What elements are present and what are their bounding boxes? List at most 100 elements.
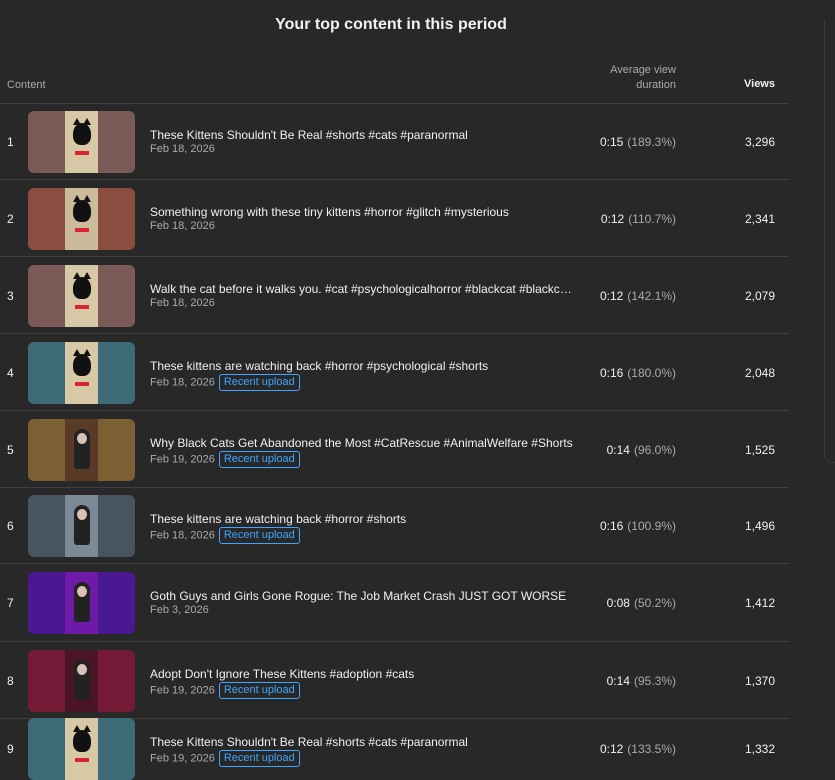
sticker-icon bbox=[75, 758, 89, 762]
column-header-content: Content bbox=[7, 79, 46, 91]
video-meta: Feb 3, 2026 bbox=[150, 604, 209, 616]
thumbnail-image bbox=[65, 572, 98, 634]
video-thumbnail[interactable] bbox=[28, 495, 135, 557]
avg-duration-percent: (96.0%) bbox=[633, 442, 676, 457]
side-panel-edge bbox=[824, 20, 835, 463]
views-count: 1,332 bbox=[744, 742, 775, 756]
cat-icon bbox=[73, 118, 91, 145]
average-view-duration: 0:12 (110.7%) bbox=[560, 212, 676, 226]
avg-duration-time: 0:14 bbox=[606, 442, 630, 457]
thumbnail-image bbox=[65, 111, 98, 173]
video-title[interactable]: These Kittens Shouldn't Be Real #shorts … bbox=[150, 735, 468, 749]
row-rank: 2 bbox=[7, 211, 14, 226]
video-title[interactable]: Why Black Cats Get Abandoned the Most #C… bbox=[150, 436, 573, 450]
views-count: 2,079 bbox=[744, 288, 775, 303]
video-thumbnail[interactable] bbox=[28, 341, 135, 404]
table-row[interactable]: 5 Why Black Cats Get Abandoned the Most #… bbox=[0, 411, 789, 488]
avg-duration-time: 0:14 bbox=[606, 673, 630, 688]
views-count: 1,370 bbox=[744, 673, 775, 688]
table-row[interactable]: 2 Something wrong with these tiny kittens… bbox=[0, 180, 789, 257]
video-title[interactable]: Walk the cat before it walks you. #cat #… bbox=[150, 282, 574, 296]
video-meta: Feb 18, 2026 bbox=[150, 220, 215, 232]
views-count: 1,496 bbox=[744, 519, 775, 533]
publish-date: Feb 19, 2026 bbox=[150, 452, 215, 465]
video-thumbnail[interactable] bbox=[28, 264, 135, 327]
avg-duration-percent: (189.3%) bbox=[627, 135, 676, 149]
sticker-icon bbox=[75, 304, 89, 309]
avg-duration-percent: (100.9%) bbox=[627, 519, 676, 533]
table-row[interactable]: 6 These kittens are watching back #horror… bbox=[0, 488, 789, 564]
recent-upload-badge: Recent upload bbox=[218, 527, 300, 544]
publish-date: Feb 18, 2026 bbox=[150, 219, 215, 232]
views-count: 1,412 bbox=[744, 596, 775, 610]
avg-duration-time: 0:12 bbox=[599, 288, 624, 303]
publish-date: Feb 3, 2026 bbox=[150, 604, 209, 616]
video-title[interactable]: Something wrong with these tiny kittens … bbox=[150, 205, 509, 219]
average-view-duration: 0:08 (50.2%) bbox=[560, 596, 676, 610]
avg-duration-percent: (133.5%) bbox=[627, 742, 676, 756]
views-count: 2,048 bbox=[744, 365, 775, 380]
average-view-duration: 0:16 (100.9%) bbox=[560, 519, 676, 533]
recent-upload-badge: Recent upload bbox=[218, 750, 300, 767]
average-view-duration: 0:15 (189.3%) bbox=[560, 135, 676, 149]
video-title[interactable]: Goth Guys and Girls Gone Rogue: The Job … bbox=[150, 589, 566, 603]
sticker-icon bbox=[75, 227, 89, 232]
thumbnail-image bbox=[65, 418, 98, 481]
publish-date: Feb 18, 2026 bbox=[150, 143, 215, 155]
video-thumbnail[interactable] bbox=[28, 111, 135, 173]
video-thumbnail[interactable] bbox=[28, 572, 135, 634]
average-view-duration: 0:14 (96.0%) bbox=[560, 443, 676, 457]
avg-duration-percent: (180.0%) bbox=[627, 365, 676, 380]
thumbnail-image bbox=[65, 649, 98, 712]
avg-duration-percent: (142.1%) bbox=[627, 288, 676, 303]
publish-date: Feb 18, 2026 bbox=[150, 296, 215, 309]
recent-upload-badge: Recent upload bbox=[218, 450, 300, 468]
table-row[interactable]: 4 These kittens are watching back #horror… bbox=[0, 334, 789, 411]
table-row[interactable]: 8 Adopt Don't Ignore These Kittens #adopt… bbox=[0, 642, 789, 719]
views-count: 3,296 bbox=[744, 135, 775, 149]
avg-duration-time: 0:12 bbox=[599, 742, 624, 756]
avg-duration-percent: (95.3%) bbox=[633, 673, 676, 688]
column-header-average-view-duration[interactable]: Average view duration bbox=[560, 63, 676, 93]
video-title[interactable]: These kittens are watching back #horror … bbox=[150, 359, 488, 373]
thumbnail-image bbox=[65, 718, 98, 780]
avg-duration-time: 0:08 bbox=[606, 596, 630, 610]
cat-icon bbox=[73, 348, 91, 376]
views-count: 2,341 bbox=[744, 211, 775, 226]
average-view-duration: 0:14 (95.3%) bbox=[560, 674, 676, 688]
column-header-views[interactable]: Views bbox=[700, 78, 775, 90]
cat-icon bbox=[73, 271, 91, 299]
table-row[interactable]: 3 Walk the cat before it walks you. #cat … bbox=[0, 257, 789, 334]
face-icon bbox=[77, 586, 87, 597]
publish-date: Feb 18, 2026 bbox=[150, 529, 215, 542]
video-meta: Feb 19, 2026 Recent upload bbox=[150, 681, 300, 699]
row-rank: 1 bbox=[7, 135, 14, 149]
avg-duration-percent: (50.2%) bbox=[633, 596, 676, 610]
video-meta: Feb 18, 2026 bbox=[150, 143, 215, 155]
video-meta: Feb 18, 2026 Recent upload bbox=[150, 527, 300, 544]
video-title[interactable]: Adopt Don't Ignore These Kittens #adopti… bbox=[150, 667, 414, 681]
row-rank: 8 bbox=[7, 673, 14, 688]
row-rank: 9 bbox=[7, 742, 14, 756]
views-count: 1,525 bbox=[744, 442, 775, 457]
video-meta: Feb 19, 2026 Recent upload bbox=[150, 750, 300, 767]
face-icon bbox=[77, 663, 87, 675]
cat-icon bbox=[73, 725, 91, 752]
video-thumbnail[interactable] bbox=[28, 187, 135, 250]
average-view-duration: 0:12 (142.1%) bbox=[560, 289, 676, 303]
row-rank: 5 bbox=[7, 442, 14, 457]
video-meta: Feb 18, 2026 bbox=[150, 297, 215, 309]
cat-icon bbox=[73, 194, 91, 222]
publish-date: Feb 19, 2026 bbox=[150, 683, 215, 696]
table-row[interactable]: 7 Goth Guys and Girls Gone Rogue: The Job… bbox=[0, 564, 789, 642]
recent-upload-badge: Recent upload bbox=[218, 681, 300, 699]
table-row[interactable]: 1 These Kittens Shouldn't Be Real #shorts… bbox=[0, 104, 789, 180]
video-title[interactable]: These Kittens Shouldn't Be Real #shorts … bbox=[150, 128, 468, 142]
publish-date: Feb 18, 2026 bbox=[150, 375, 215, 388]
video-title[interactable]: These kittens are watching back #horror … bbox=[150, 512, 406, 526]
video-thumbnail[interactable] bbox=[28, 649, 135, 712]
video-meta: Feb 18, 2026 Recent upload bbox=[150, 373, 300, 391]
video-thumbnail[interactable] bbox=[28, 418, 135, 481]
video-thumbnail[interactable] bbox=[28, 718, 135, 780]
table-row[interactable]: 9 These Kittens Shouldn't Be Real #shorts… bbox=[0, 718, 789, 780]
